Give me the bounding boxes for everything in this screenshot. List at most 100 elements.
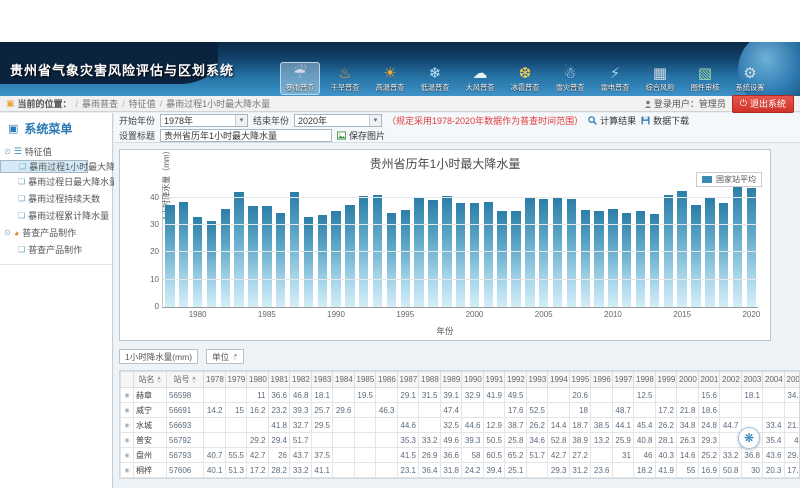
nav-item-雷电普查[interactable]: ⚡雷电普查 (595, 62, 635, 95)
column-header-year[interactable]: 1989 (440, 372, 462, 388)
column-header-year[interactable]: 1994 (548, 372, 570, 388)
row-expander-icon[interactable]: ◉ (121, 418, 134, 433)
value-type-filter[interactable]: 1小时降水量(mm) (119, 349, 198, 364)
row-expander-icon[interactable]: ◉ (121, 463, 134, 478)
column-header-year[interactable]: 2002 (720, 372, 742, 388)
column-header-year[interactable]: 1984 (333, 372, 355, 388)
row-expander-icon[interactable]: ◉ (121, 403, 134, 418)
sort-desc-icon[interactable]: ▽ (192, 380, 197, 384)
sort-desc-icon[interactable]: ▽ (157, 380, 162, 384)
column-header-year[interactable]: 1997 (612, 372, 634, 388)
column-header-id[interactable]: 站号▲▽ (167, 372, 204, 388)
row-expander-icon[interactable]: ◉ (121, 388, 134, 403)
column-header-year[interactable]: 1985 (354, 372, 376, 388)
column-header-station[interactable]: 站名▲▽ (134, 372, 167, 388)
column-header-year[interactable]: 1980 (247, 372, 269, 388)
column-header-year[interactable]: 1990 (462, 372, 484, 388)
bar-2003[interactable] (511, 211, 520, 307)
save-image-button[interactable]: 保存图片 (337, 129, 385, 142)
nav-item-高温普查[interactable]: ☀高温普查 (370, 62, 410, 95)
bar-1994[interactable] (387, 213, 396, 307)
sidebar-item[interactable]: ❏暴雨过程累计降水量 (0, 207, 112, 224)
sidebar-item[interactable]: ❏暴雨过程日最大降水量 (0, 173, 112, 190)
column-header-year[interactable]: 1993 (526, 372, 548, 388)
nav-item-暴雨普查[interactable]: ☔暴雨普查 (280, 62, 320, 95)
nav-item-系统设置[interactable]: ⚙系统设置 (730, 62, 770, 95)
bar-2011[interactable] (622, 213, 631, 307)
end-year-select[interactable]: 2020年 ▾ (294, 114, 382, 127)
column-header-year[interactable]: 2001 (698, 372, 720, 388)
bar-2002[interactable] (497, 211, 506, 307)
column-header-year[interactable]: 1978 (204, 372, 226, 388)
bar-1981[interactable] (207, 221, 216, 307)
sort-arrows-icon[interactable]: ▲▽ (157, 376, 162, 384)
breadcrumb-item[interactable]: 暴雨普查 (82, 99, 118, 109)
expander-icon[interactable]: ⊙ (4, 228, 11, 237)
table-row[interactable]: ◉盘州5679340.755.542.72643.737.541.526.936… (121, 448, 800, 463)
bar-2020[interactable] (747, 188, 756, 307)
bar-2005[interactable] (539, 199, 548, 307)
column-header-year[interactable]: 2003 (741, 372, 763, 388)
sort-arrows-icon[interactable]: ▲▽ (192, 376, 197, 384)
nav-item-干旱普查[interactable]: ♨干旱普查 (325, 62, 365, 95)
column-header-year[interactable]: 1998 (634, 372, 656, 388)
column-header-year[interactable]: 1996 (591, 372, 613, 388)
table-row[interactable]: ◉普安5679229.229.451.735.333.249.639.350.5… (121, 433, 800, 448)
sidebar-item[interactable]: ❏暴雨过程持续天数 (0, 190, 112, 207)
column-header-year[interactable]: 1988 (419, 372, 441, 388)
sidebar-item[interactable]: ❏暴雨过程1小时最大降水量 (0, 160, 88, 173)
breadcrumb-item[interactable]: 特征值 (129, 99, 156, 109)
bar-2019[interactable] (733, 187, 742, 307)
column-header-year[interactable]: 1982 (290, 372, 312, 388)
bar-2001[interactable] (484, 202, 493, 307)
column-header-year[interactable]: 1999 (655, 372, 677, 388)
bar-2009[interactable] (594, 211, 603, 307)
bar-2012[interactable] (636, 211, 645, 307)
breadcrumb-item[interactable]: 暴雨过程1小时最大降水量 (166, 99, 270, 109)
row-expander-icon[interactable]: ◉ (121, 433, 134, 448)
bar-1985[interactable] (262, 206, 271, 307)
nav-item-低温普查[interactable]: ❄低温普查 (415, 62, 455, 95)
bar-2013[interactable] (650, 214, 659, 307)
floating-widget-icon[interactable]: ❋ (738, 427, 760, 449)
column-header-year[interactable]: 1995 (569, 372, 591, 388)
bar-1984[interactable] (248, 206, 257, 307)
bar-1991[interactable] (345, 205, 354, 308)
bar-1999[interactable] (456, 203, 465, 307)
column-header-year[interactable]: 1981 (268, 372, 290, 388)
bar-1979[interactable] (179, 202, 188, 307)
unit-filter[interactable]: 单位 ▲▽ (206, 349, 244, 364)
table-row[interactable]: ◉赫章565981136.646.818.119.529.131.539.132… (121, 388, 800, 403)
sidebar-group-普查产品制作[interactable]: ⊙◕普查产品制作 (0, 224, 112, 241)
nav-item-大风普查[interactable]: ☁大风普查 (460, 62, 500, 95)
nav-item-综合风险[interactable]: ▦综合风险 (640, 62, 680, 95)
bar-1989[interactable] (318, 215, 327, 307)
sidebar-item[interactable]: ❏普查产品制作 (0, 241, 112, 258)
bar-1987[interactable] (290, 192, 299, 307)
download-button[interactable]: 数据下载 (641, 114, 689, 127)
data-table-wrapper[interactable]: 站名▲▽站号▲▽19781979198019811982198319841985… (119, 370, 800, 479)
column-header-year[interactable]: 1986 (376, 372, 398, 388)
table-row[interactable]: ◉桐梓5760640.151.317.228.233.241.123.136.4… (121, 463, 800, 478)
bar-2000[interactable] (470, 203, 479, 307)
column-header-year[interactable]: 1992 (505, 372, 527, 388)
column-header-year[interactable]: 1983 (311, 372, 333, 388)
column-header-year[interactable]: 2004 (763, 372, 785, 388)
column-header-year[interactable]: 2005 (784, 372, 800, 388)
bar-2018[interactable] (719, 203, 728, 307)
column-header-year[interactable]: 1987 (397, 372, 419, 388)
column-header-year[interactable]: 1979 (225, 372, 247, 388)
nav-item-图件审核[interactable]: ▧图件审核 (685, 62, 725, 95)
bar-1983[interactable] (234, 192, 243, 307)
column-header-year[interactable]: 1991 (483, 372, 505, 388)
nav-item-雪灾普查[interactable]: ☃雪灾普查 (550, 62, 590, 95)
bar-1990[interactable] (331, 211, 340, 307)
chart-title-input[interactable] (160, 129, 332, 142)
start-year-select[interactable]: 1978年 ▾ (160, 114, 248, 127)
calculate-button[interactable]: 计算结果 (588, 114, 636, 127)
table-row[interactable]: ◉水城5669341.832.729.544.632.544.612.938.7… (121, 418, 800, 433)
logout-button[interactable]: ⏻ 退出系统 (732, 95, 794, 113)
bar-1997[interactable] (428, 200, 437, 307)
table-row[interactable]: ◉威宁5669114.21516.223.239.325.729.646.347… (121, 403, 800, 418)
bar-1988[interactable] (304, 217, 313, 307)
